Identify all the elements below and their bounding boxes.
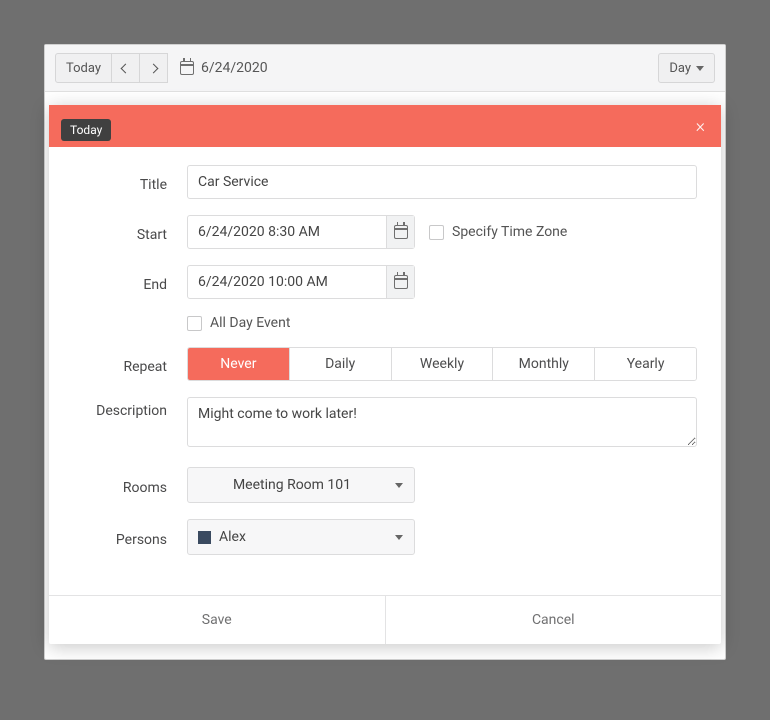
current-date-text: 6/24/2020: [201, 60, 268, 76]
close-button[interactable]: ×: [696, 116, 705, 137]
repeat-label: Repeat: [73, 353, 187, 375]
calendar-toolbar: Today 6/24/2020 Day: [45, 45, 725, 92]
end-datetime-input[interactable]: [188, 266, 386, 298]
description-input[interactable]: [187, 397, 697, 447]
calendar-icon: [394, 275, 408, 289]
timezone-label: Specify Time Zone: [452, 224, 567, 240]
dialog-footer: Save Cancel: [49, 595, 721, 644]
view-selector[interactable]: Day: [658, 53, 715, 83]
timezone-checkbox[interactable]: [429, 225, 444, 240]
title-label: Title: [73, 171, 187, 193]
title-input[interactable]: [187, 165, 697, 199]
save-button[interactable]: Save: [49, 596, 386, 644]
dialog-header: nt ×: [49, 105, 721, 147]
view-selector-label: Day: [669, 61, 691, 76]
end-datetime-field: [187, 265, 415, 299]
today-button[interactable]: Today: [55, 53, 112, 83]
end-label: End: [73, 271, 187, 293]
chevron-down-icon: [395, 535, 403, 540]
prev-button[interactable]: [112, 53, 140, 83]
next-button[interactable]: [140, 53, 168, 83]
person-color-swatch-icon: [198, 531, 211, 544]
repeat-option-never[interactable]: Never: [188, 348, 289, 380]
repeat-option-monthly[interactable]: Monthly: [492, 348, 594, 380]
event-editor-dialog: nt × Title Start Specify Time Zone: [49, 105, 721, 644]
persons-selected-value: Alex: [219, 529, 246, 545]
calendar-app: Today 6/24/2020 Day Today nt × Title Sta…: [44, 44, 726, 660]
dialog-body: Title Start Specify Time Zone En: [49, 147, 721, 595]
start-date-picker-button[interactable]: [386, 216, 414, 248]
allday-label: All Day Event: [210, 315, 290, 331]
chevron-right-icon: [149, 63, 159, 73]
persons-label: Persons: [73, 526, 187, 548]
rooms-select[interactable]: Meeting Room 101: [187, 467, 415, 503]
rooms-selected-value: Meeting Room 101: [233, 477, 351, 493]
persons-select[interactable]: Alex: [187, 519, 415, 555]
start-datetime-input[interactable]: [188, 216, 386, 248]
rooms-label: Rooms: [73, 474, 187, 496]
repeat-segmented-control: Never Daily Weekly Monthly Yearly: [187, 347, 697, 381]
cancel-button[interactable]: Cancel: [386, 596, 722, 644]
chevron-down-icon: [696, 66, 704, 71]
repeat-option-weekly[interactable]: Weekly: [391, 348, 493, 380]
allday-checkbox[interactable]: [187, 316, 202, 331]
calendar-icon: [394, 225, 408, 239]
calendar-icon: [180, 61, 194, 75]
today-tooltip: Today: [61, 119, 111, 141]
repeat-option-yearly[interactable]: Yearly: [594, 348, 696, 380]
chevron-down-icon: [395, 483, 403, 488]
end-date-picker-button[interactable]: [386, 266, 414, 298]
start-datetime-field: [187, 215, 415, 249]
chevron-left-icon: [121, 63, 131, 73]
current-date-display[interactable]: 6/24/2020: [180, 60, 268, 76]
description-label: Description: [73, 397, 187, 419]
repeat-option-daily[interactable]: Daily: [289, 348, 391, 380]
start-label: Start: [73, 221, 187, 243]
